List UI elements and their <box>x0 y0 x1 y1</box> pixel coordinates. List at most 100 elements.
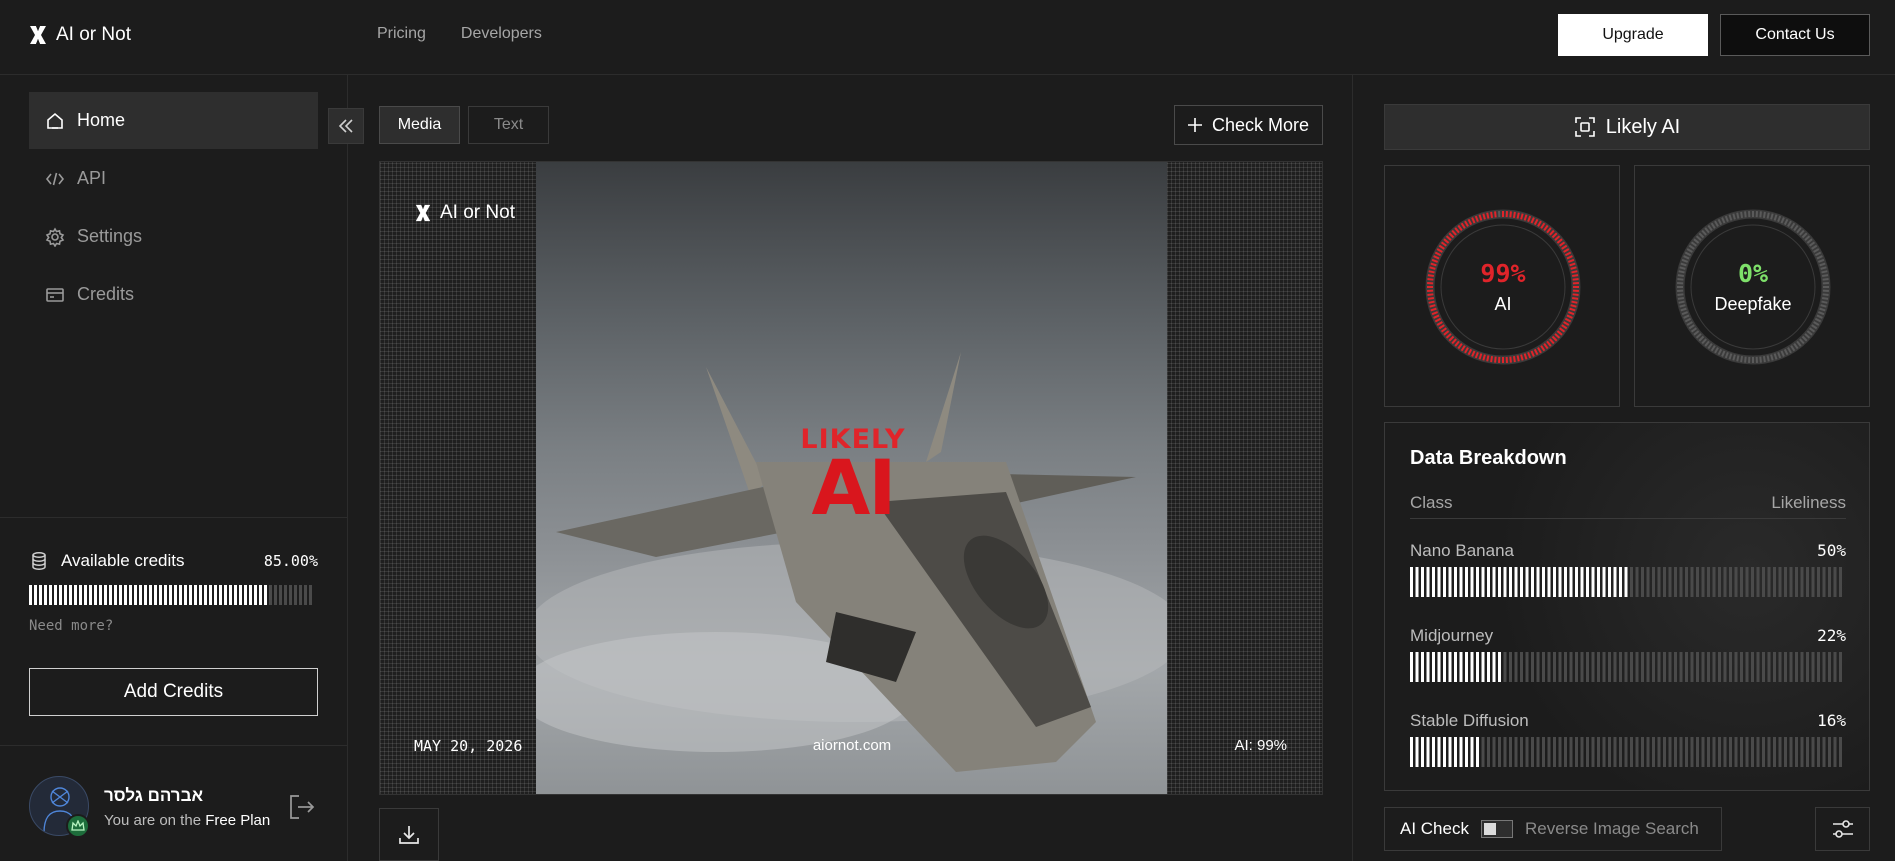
bar-tick-empty <box>1652 652 1655 682</box>
check-more-button[interactable]: Check More <box>1174 105 1323 145</box>
filter-settings-button[interactable] <box>1815 807 1870 851</box>
bar-tick-empty <box>304 585 307 605</box>
breakdown-row: Nano Banana 50% <box>1410 541 1846 601</box>
nav-link-developers[interactable]: Developers <box>461 25 542 43</box>
bar-tick-empty <box>1795 567 1798 597</box>
card-icon <box>46 287 64 302</box>
bar-tick-empty <box>1789 737 1793 767</box>
upgrade-button[interactable]: Upgrade <box>1558 14 1708 56</box>
reverse-search-label[interactable]: Reverse Image Search <box>1525 819 1699 839</box>
download-button[interactable] <box>379 808 439 861</box>
bar-tick-empty <box>1718 737 1721 767</box>
gauge-tick-filled <box>1490 355 1494 363</box>
bar-tick-filled <box>1624 567 1628 597</box>
bar-tick-empty <box>1740 567 1743 597</box>
bar-tick-empty <box>1641 652 1644 682</box>
bar-tick-empty <box>1580 737 1584 767</box>
bar-tick-empty <box>299 585 302 605</box>
sidebar-item-api[interactable]: API <box>29 150 318 207</box>
bar-tick-filled <box>1481 567 1485 597</box>
bar-tick-filled <box>134 585 137 605</box>
nav-link-pricing[interactable]: Pricing <box>377 25 426 43</box>
sidebar-item-home[interactable]: Home <box>29 92 318 149</box>
bar-tick-empty <box>1723 652 1727 682</box>
bar-tick-filled <box>1558 567 1562 597</box>
credits-panel: Available credits 85.00% Need more? Add … <box>0 517 348 747</box>
bar-tick-filled <box>1602 567 1606 597</box>
bar-tick-filled <box>1410 737 1413 767</box>
bar-tick-filled <box>1415 737 1419 767</box>
logout-icon[interactable] <box>288 794 316 820</box>
bar-tick-filled <box>1608 567 1611 597</box>
bar-tick-empty <box>1811 737 1815 767</box>
bar-tick-filled <box>1536 567 1540 597</box>
bar-tick-empty <box>1751 652 1754 682</box>
gear-icon <box>45 226 65 247</box>
user-panel: אברהם גלסר You are on the Free Plan <box>0 745 348 861</box>
bar-tick-empty <box>1800 737 1804 767</box>
data-breakdown-panel: Data Breakdown Class Likeliness Nano Ban… <box>1384 422 1870 791</box>
bar-tick-empty <box>289 585 292 605</box>
bar-tick-filled <box>234 585 237 605</box>
bar-tick-filled <box>1465 652 1468 682</box>
brand-logo[interactable]: AI or Not <box>28 24 131 46</box>
bar-tick-empty <box>1795 737 1798 767</box>
ai-check-label[interactable]: AI Check <box>1400 819 1469 839</box>
bar-tick-empty <box>1569 737 1573 767</box>
gauge-tick-empty <box>1759 211 1762 218</box>
tab-media[interactable]: Media <box>379 106 460 144</box>
sidebar-item-settings[interactable]: Settings <box>29 208 318 265</box>
contact-us-button[interactable]: Contact Us <box>1720 14 1870 56</box>
bar-tick-empty <box>1729 737 1732 767</box>
bar-tick-filled <box>1426 652 1430 682</box>
bar-tick-filled <box>1443 737 1446 767</box>
bar-tick-empty <box>1784 652 1787 682</box>
bar-tick-filled <box>1448 652 1452 682</box>
bar-tick-empty <box>1652 737 1655 767</box>
bar-tick-empty <box>1756 567 1760 597</box>
gauge-tick-filled <box>1486 355 1490 362</box>
bar-tick-empty <box>1630 567 1633 597</box>
bar-tick-empty <box>1602 737 1606 767</box>
bar-tick-filled <box>89 585 92 605</box>
add-credits-button[interactable]: Add Credits <box>29 668 318 716</box>
bar-tick-filled <box>1415 652 1419 682</box>
bar-tick-filled <box>164 585 167 605</box>
bar-tick-filled <box>99 585 102 605</box>
bar-tick-filled <box>54 585 57 605</box>
bar-tick-filled <box>29 585 32 605</box>
bar-tick-empty <box>1800 652 1804 682</box>
bar-tick-filled <box>1432 652 1435 682</box>
tab-text[interactable]: Text <box>468 106 549 144</box>
bar-tick-empty <box>1657 652 1661 682</box>
bar-tick-empty <box>1685 567 1688 597</box>
col-likeliness: Likeliness <box>1771 493 1846 512</box>
bar-tick-filled <box>184 585 187 605</box>
plan-prefix: You are on the <box>104 812 202 829</box>
bar-tick-filled <box>1432 567 1435 597</box>
gauge-tick-filled <box>1509 356 1512 363</box>
bar-tick-empty <box>1635 652 1639 682</box>
bar-tick-empty <box>1657 567 1661 597</box>
bar-tick-filled <box>1525 567 1529 597</box>
bar-tick-empty <box>1734 737 1738 767</box>
bar-tick-empty <box>1723 737 1727 767</box>
gauge-tick-empty <box>1762 211 1766 219</box>
bar-tick-empty <box>1685 737 1688 767</box>
bar-tick-empty <box>1531 652 1534 682</box>
bar-tick-filled <box>1476 737 1479 767</box>
code-icon <box>45 172 65 185</box>
bar-tick-empty <box>1503 652 1507 682</box>
sidebar-item-credits[interactable]: Credits <box>29 266 318 323</box>
collapse-sidebar-button[interactable] <box>328 108 364 144</box>
mode-switch[interactable] <box>1480 820 1513 838</box>
bar-tick-empty <box>1613 737 1617 767</box>
bar-tick-filled <box>1415 567 1419 597</box>
bar-tick-empty <box>309 585 312 605</box>
bar-tick-filled <box>1426 737 1430 767</box>
bar-tick-empty <box>1718 652 1721 682</box>
bar-tick-empty <box>1734 652 1738 682</box>
bar-tick-empty <box>1487 737 1490 767</box>
image-watermark-brand: AI or Not <box>414 202 515 224</box>
bar-tick-empty <box>1492 737 1496 767</box>
